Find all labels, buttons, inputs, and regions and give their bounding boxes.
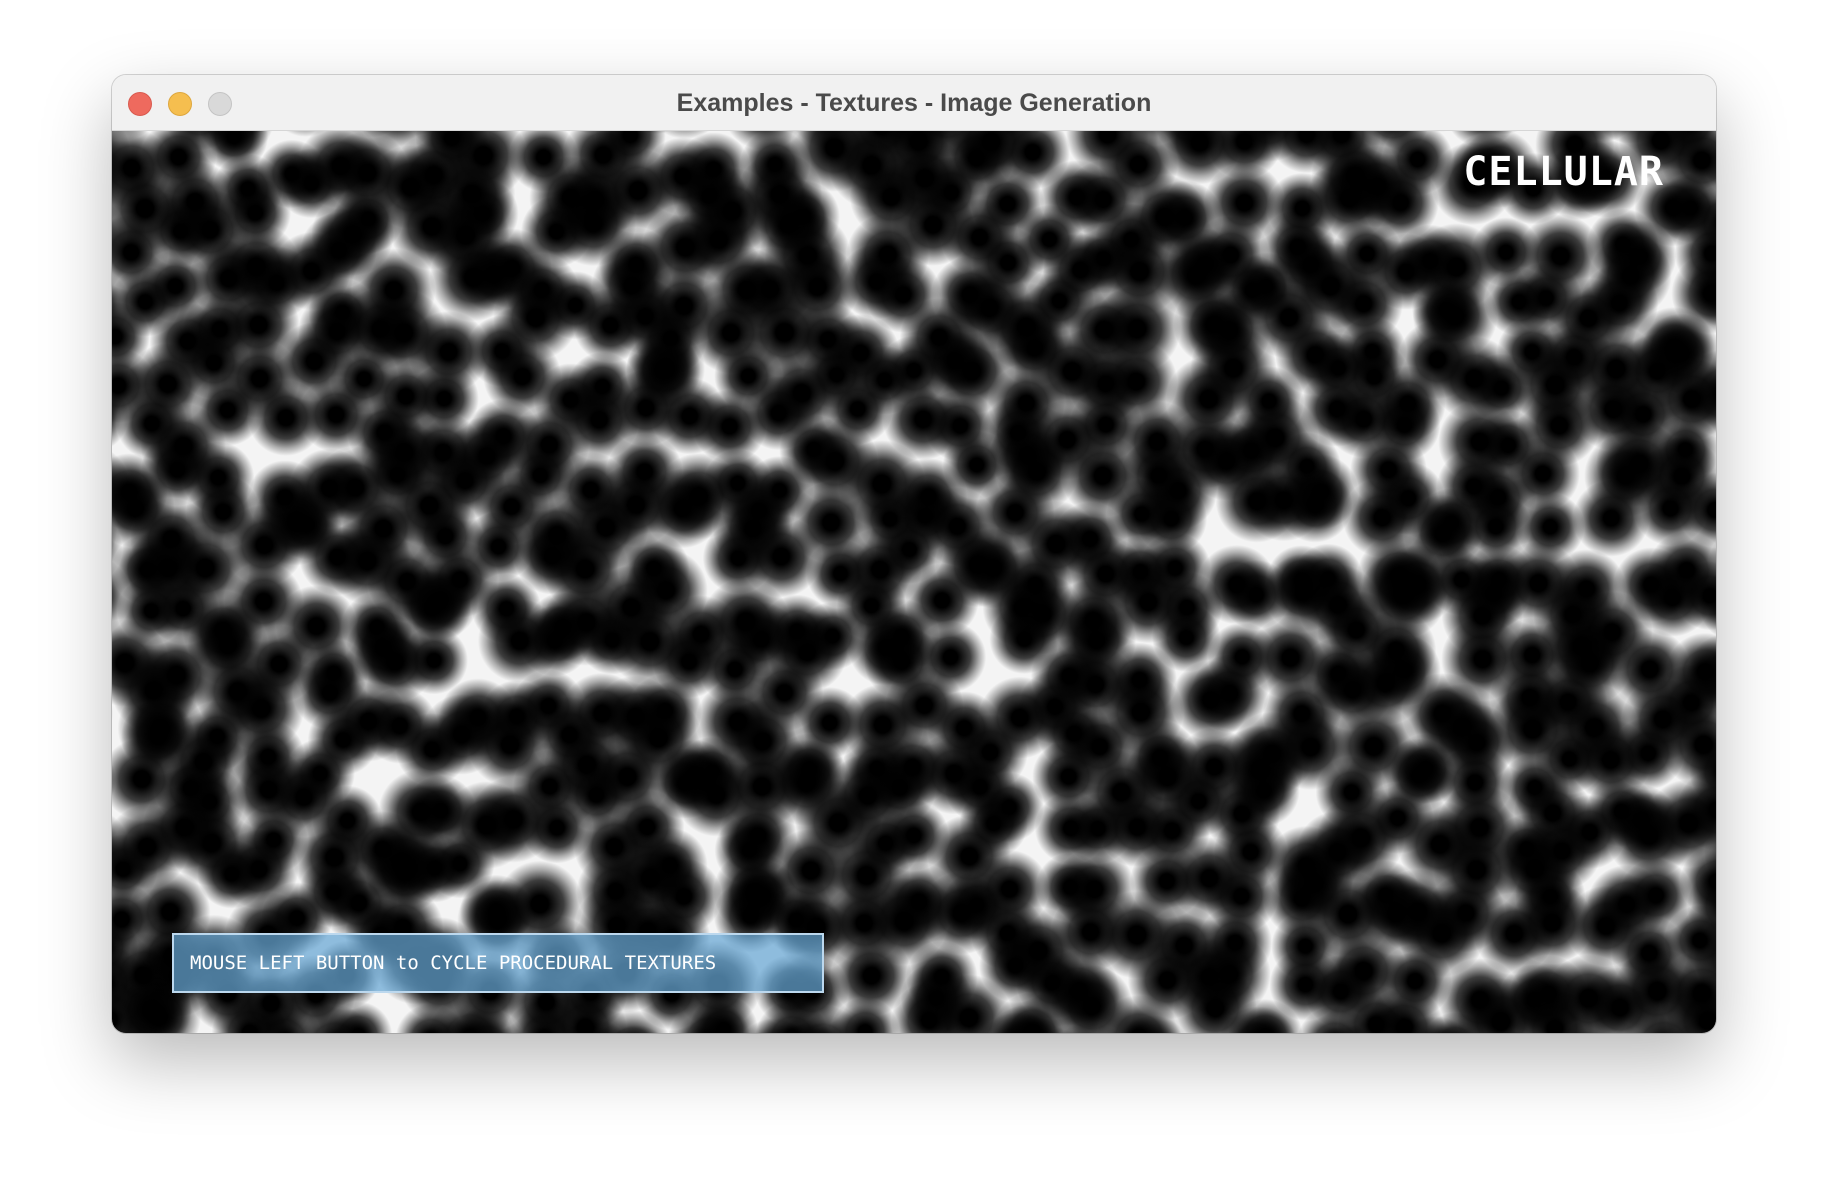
cellular-texture-image [112, 131, 1716, 1033]
texture-cell [1278, 468, 1353, 543]
texture-canvas[interactable]: CELLULAR MOUSE LEFT BUTTON to CYCLE PROC… [112, 131, 1716, 1033]
app-window: Examples - Textures - Image Generation C… [112, 75, 1716, 1033]
info-panel: MOUSE LEFT BUTTON to CYCLE PROCEDURAL TE… [172, 933, 824, 993]
window-title: Examples - Textures - Image Generation [676, 89, 1152, 117]
texture-cell [959, 789, 1028, 858]
info-text: MOUSE LEFT BUTTON to CYCLE PROCEDURAL TE… [190, 952, 717, 974]
texture-cell [1457, 558, 1530, 630]
title-bar[interactable]: Examples - Textures - Image Generation [112, 75, 1716, 131]
texture-cell [1228, 755, 1300, 827]
texture-name-label: CELLULAR [1463, 149, 1664, 195]
